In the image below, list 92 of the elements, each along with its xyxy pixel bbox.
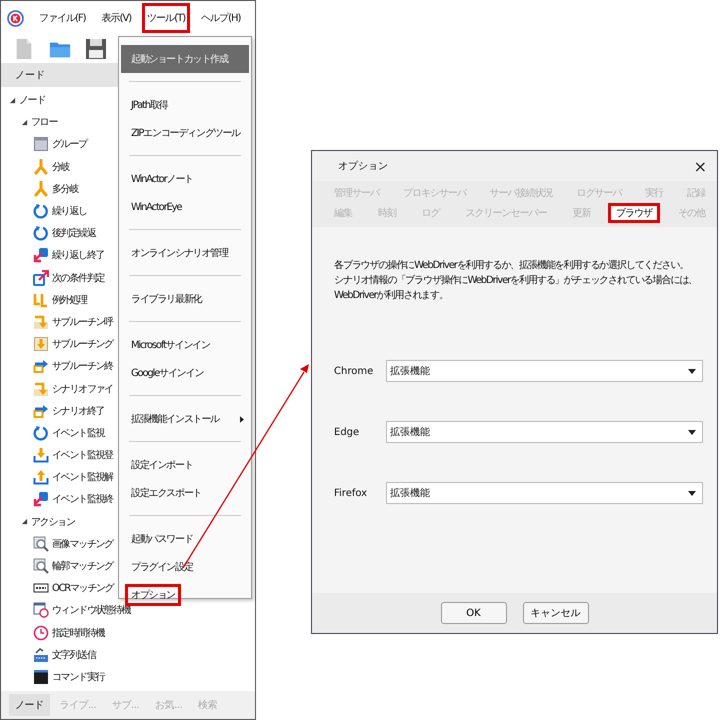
menu-item[interactable]: 設定インポート (121, 451, 249, 479)
dialog-title: オプション (338, 160, 388, 173)
dropdown-arrow-icon (688, 490, 696, 496)
tray-up-icon (33, 469, 49, 486)
description-text: WebDriverが利用されます。 (334, 288, 448, 303)
menu-bar-item[interactable]: ヘルプ(H) (196, 3, 246, 33)
magnifier-icon (33, 536, 49, 552)
menu-item[interactable]: WinActorノート (121, 165, 249, 193)
tree-item[interactable]: シナリオファイ (52, 382, 113, 396)
dialog-button[interactable]: OK (440, 602, 506, 624)
menu-item[interactable]: ZIPエンコーディングツール (121, 119, 249, 147)
submenu-arrow-icon (240, 416, 244, 422)
menu-item[interactable]: 起動パスワード (121, 525, 249, 553)
expanded-triangle-icon[interactable] (21, 118, 28, 126)
fork-icon (33, 180, 49, 197)
group-icon (33, 136, 49, 152)
save-icon[interactable] (85, 38, 107, 60)
expanded-triangle-icon[interactable] (21, 518, 28, 526)
tree-item[interactable]: 繰り返し (52, 204, 87, 218)
tree-group-label[interactable]: フロー (31, 115, 58, 130)
tree-item[interactable]: 分岐 (52, 160, 70, 174)
tree-item[interactable]: サブルーチン呼 (52, 314, 113, 329)
clock-icon (33, 624, 49, 641)
menu-bar-item[interactable]: 表示(V) (96, 3, 136, 33)
loop-end-icon (33, 247, 49, 264)
call-arrow-icon (33, 314, 49, 330)
fork-icon (33, 158, 49, 175)
panel-title: ノード (15, 69, 45, 82)
tree-item[interactable]: グループ (52, 137, 87, 152)
tree-item[interactable]: イベント監視 (52, 426, 104, 440)
menu-item[interactable]: 起動ショートカット作成 (121, 45, 249, 73)
tree-item[interactable]: シナリオ終了 (52, 404, 104, 418)
tree-item[interactable]: 多分岐 (52, 182, 78, 196)
menu-bar-item[interactable]: ツール(T) (142, 3, 190, 33)
tree-item[interactable]: 繰り返し終了 (52, 248, 104, 262)
tree-item[interactable]: サブルーチン終 (52, 359, 113, 374)
loop-arrow-icon (33, 424, 49, 441)
dialog-button[interactable]: キャンセル (522, 602, 588, 624)
app-logo-icon (7, 10, 24, 26)
tree-item[interactable]: 次の条件判定 (52, 270, 104, 285)
magnifier-icon (33, 558, 49, 574)
loop-arrow-icon (33, 225, 49, 242)
expanded-triangle-icon[interactable] (9, 96, 16, 104)
tree-item[interactable]: イベント監視終 (52, 492, 113, 506)
dropdown-arrow-icon (688, 430, 696, 434)
menu-item[interactable]: プラグイン設定 (121, 553, 249, 581)
tree-item[interactable]: イベント監視解 (52, 470, 113, 484)
tree-item[interactable]: サブルーチング (52, 337, 113, 352)
tree-item[interactable]: 例外処理 (52, 292, 87, 307)
end-arrow-icon (33, 358, 49, 374)
tree-item[interactable]: 指定時間待機 (52, 626, 104, 640)
menu-item[interactable]: JPath取得 (121, 91, 249, 119)
field-label: Edge (334, 426, 360, 438)
menu-item[interactable]: WinActorEye (121, 193, 249, 221)
menu-item[interactable]: オンラインシナリオ管理 (121, 239, 249, 267)
condition-icon (33, 270, 49, 286)
tree-item[interactable]: 輪郭マッチング (52, 559, 113, 574)
dropdown-field[interactable]: 拡張機能 (386, 482, 703, 504)
dropdown-field[interactable]: 拡張機能 (386, 360, 703, 382)
terminal-icon (33, 668, 49, 685)
tree-item[interactable]: 後判定繰返 (52, 226, 96, 240)
panel-tab[interactable]: ノード (9, 694, 50, 716)
tree-item[interactable]: 文字列送信 (52, 648, 96, 662)
loop-arrow-icon (33, 203, 49, 220)
dropdown-arrow-icon (688, 368, 696, 374)
description-text: 各ブラウザの操作にWebDriverを利用するか、拡張機能を利用するか選択してください。 (334, 258, 688, 273)
tree-item[interactable]: コマンド実行 (52, 670, 104, 684)
menu-bar-item[interactable]: ファイル(F) (34, 3, 91, 33)
close-button[interactable]: × (690, 156, 711, 176)
tree-item[interactable]: OCRマッチング (52, 581, 114, 596)
tree-item[interactable]: イベント監視登 (52, 448, 113, 462)
description-text: シナリオ情報の「ブラウザ操作にWebDriverを利用する」がチェックされている場合には、 (334, 274, 698, 288)
menu-item[interactable]: ライブラリ最新化 (121, 285, 249, 313)
menu-item[interactable]: Microsoftサインイン (121, 331, 249, 359)
tray-down-icon (33, 447, 49, 464)
field-label: Firefox (334, 488, 368, 498)
exception-icon (33, 292, 49, 308)
menu-item[interactable]: Googleサインイン (121, 359, 249, 387)
call-arrow-icon (33, 380, 49, 397)
tree-group-label[interactable]: ノード (19, 93, 46, 108)
subgroup-icon (33, 336, 49, 352)
end-arrow-icon (33, 402, 49, 419)
dropdown-field[interactable]: 拡張機能 (386, 421, 703, 443)
window-clock-icon (33, 602, 49, 618)
keyboard-icon (33, 646, 49, 663)
field-label: Chrome (334, 366, 374, 376)
menu-item[interactable]: 設定エクスポート (121, 479, 249, 507)
loop-end-icon (33, 491, 49, 508)
menu-item[interactable]: 拡張機能インストール (121, 405, 249, 433)
tree-item[interactable]: 画像マッチング (52, 536, 113, 551)
tree-group-label[interactable]: アクション (31, 514, 75, 529)
tab[interactable]: ブラウザ (608, 203, 660, 223)
